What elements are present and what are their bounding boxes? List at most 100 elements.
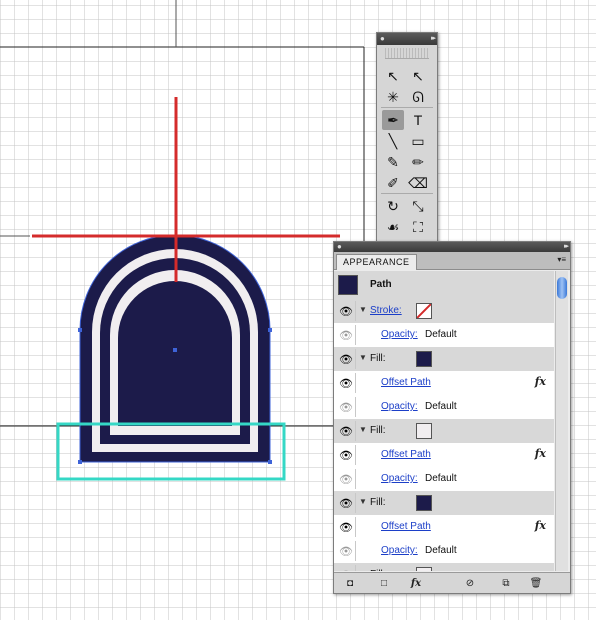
- opacity-label[interactable]: Opacity:: [381, 545, 418, 556]
- opacity-value: Default: [425, 545, 457, 556]
- close-icon[interactable]: ●: [380, 35, 385, 43]
- eye-icon[interactable]: 👁: [337, 325, 356, 345]
- offset-path-label[interactable]: Offset Path: [381, 449, 431, 460]
- collapse-icon[interactable]: ▸▸: [431, 34, 436, 42]
- fill-opacity-row[interactable]: 👁 Opacity: Default: [334, 539, 554, 563]
- rotate-tool-icon[interactable]: ↻: [382, 196, 404, 216]
- fill-swatch-cream[interactable]: [416, 567, 432, 571]
- eye-icon[interactable]: 👁: [337, 469, 356, 489]
- eye-icon[interactable]: 👁: [337, 421, 356, 441]
- add-new-fill-icon[interactable]: □: [376, 576, 392, 590]
- fill-swatch-navy[interactable]: [416, 495, 432, 511]
- fill-swatch-cream[interactable]: [416, 423, 432, 439]
- eye-icon[interactable]: 👁: [337, 541, 356, 561]
- fx-icon[interactable]: fx: [535, 375, 546, 388]
- disclosure-triangle-icon[interactable]: ▼: [359, 305, 367, 314]
- close-icon[interactable]: ●: [337, 243, 342, 251]
- disclosure-triangle-icon[interactable]: ▼: [359, 353, 367, 362]
- fill-label: Fill:: [370, 569, 386, 571]
- panel-grip[interactable]: [385, 48, 429, 59]
- opacity-value: Default: [425, 473, 457, 484]
- opacity-value: Default: [425, 329, 457, 340]
- eye-icon[interactable]: 👁: [337, 517, 356, 537]
- path-thumbnail: [338, 275, 358, 295]
- opacity-label[interactable]: Opacity:: [381, 401, 418, 412]
- offset-path-label[interactable]: Offset Path: [381, 377, 431, 388]
- eye-icon[interactable]: 👁: [337, 301, 356, 321]
- stroke-row[interactable]: 👁 ▼ Stroke:: [334, 299, 554, 323]
- eye-icon[interactable]: 👁: [337, 565, 356, 571]
- tool-separator: [381, 107, 433, 108]
- delete-item-icon[interactable]: 🗑: [528, 576, 544, 590]
- selection-tool-icon[interactable]: ↖: [382, 66, 404, 86]
- fill-row-partial[interactable]: 👁 ▼ Fill:: [334, 563, 554, 571]
- free-transform-tool-icon[interactable]: ⛶: [407, 217, 429, 237]
- direct-selection-tool-icon[interactable]: ↖: [407, 66, 429, 86]
- fill-opacity-row[interactable]: 👁 Opacity: Default: [334, 467, 554, 491]
- appearance-list: Path 👁 ▼ Stroke: 👁 Opacity: Default 👁 ▼ …: [334, 271, 554, 571]
- rectangle-tool-icon[interactable]: ▭: [407, 131, 429, 151]
- eraser-tool-icon[interactable]: ⌫: [407, 173, 429, 193]
- anchor-point: [78, 328, 82, 332]
- pen-tool-icon[interactable]: ✒: [382, 110, 404, 130]
- disclosure-triangle-icon[interactable]: ▼: [359, 425, 367, 434]
- offset-path-label[interactable]: Offset Path: [381, 521, 431, 532]
- lasso-tool-icon[interactable]: ᘏ: [407, 87, 429, 107]
- scale-tool-icon[interactable]: ⤡: [407, 196, 429, 216]
- eye-icon[interactable]: 👁: [337, 397, 356, 417]
- tab-appearance[interactable]: APPEARANCE: [336, 254, 417, 270]
- fill-row[interactable]: 👁 ▼ Fill:: [334, 419, 554, 443]
- path-row[interactable]: Path: [334, 271, 554, 299]
- appearance-panel[interactable]: ● ▸▸ APPEARANCE ▾≡ Path 👁 ▼ Stroke: 👁 Op…: [333, 241, 571, 594]
- disclosure-triangle-icon[interactable]: ▼: [359, 497, 367, 506]
- scrollbar-thumb[interactable]: [557, 277, 567, 299]
- stroke-label[interactable]: Stroke:: [370, 305, 402, 316]
- anchor-point: [78, 460, 82, 464]
- stroke-none-swatch[interactable]: [416, 303, 432, 319]
- add-new-effect-icon[interactable]: fx: [408, 576, 424, 590]
- warp-tool-icon[interactable]: ☙: [382, 217, 404, 237]
- opacity-value: Default: [425, 401, 457, 412]
- appearance-panel-titlebar[interactable]: ● ▸▸: [334, 242, 570, 252]
- eye-icon[interactable]: 👁: [337, 445, 356, 465]
- opacity-label[interactable]: Opacity:: [381, 473, 418, 484]
- anchor-point: [268, 328, 272, 332]
- tool-separator: [381, 193, 433, 194]
- fx-icon[interactable]: fx: [535, 447, 546, 460]
- path-label: Path: [370, 279, 392, 290]
- tools-panel-titlebar[interactable]: ● ▸▸: [377, 33, 437, 45]
- fill-row[interactable]: 👁 ▼ Fill:: [334, 491, 554, 515]
- vertical-scrollbar[interactable]: [555, 271, 568, 571]
- offset-path-row[interactable]: 👁 Offset Path fx: [334, 371, 554, 395]
- offset-path-row[interactable]: 👁 Offset Path fx: [334, 443, 554, 467]
- eye-icon[interactable]: 👁: [337, 373, 356, 393]
- fill-row[interactable]: 👁 ▼ Fill:: [334, 347, 554, 371]
- offset-path-row[interactable]: 👁 Offset Path fx: [334, 515, 554, 539]
- stroke-opacity-row[interactable]: 👁 Opacity: Default: [334, 323, 554, 347]
- center-point: [173, 348, 177, 352]
- duplicate-item-icon[interactable]: ⧉: [498, 576, 514, 590]
- fill-label: Fill:: [370, 425, 386, 436]
- anchor-point: [268, 460, 272, 464]
- add-new-stroke-icon[interactable]: ◘: [342, 576, 358, 590]
- type-tool-icon[interactable]: T: [407, 110, 429, 130]
- fill-swatch-navy[interactable]: [416, 351, 432, 367]
- panel-menu-icon[interactable]: ▾≡: [557, 255, 566, 264]
- fill-opacity-row[interactable]: 👁 Opacity: Default: [334, 395, 554, 419]
- tools-panel[interactable]: ● ▸▸ ↖ ↖ ✳ ᘏ ✒ T ╲ ▭ ✎ ✏ ✐ ⌫ ↻ ⤡ ☙ ⛶: [376, 32, 438, 246]
- eye-icon[interactable]: 👁: [337, 349, 356, 369]
- fill-label: Fill:: [370, 497, 386, 508]
- magic-wand-tool-icon[interactable]: ✳: [382, 87, 404, 107]
- pencil-tool-icon[interactable]: ✏: [407, 152, 429, 172]
- eye-icon[interactable]: 👁: [337, 493, 356, 513]
- paintbrush-tool-icon[interactable]: ✎: [382, 152, 404, 172]
- line-tool-icon[interactable]: ╲: [382, 131, 404, 151]
- disclosure-triangle-icon[interactable]: ▼: [359, 569, 367, 571]
- opacity-label[interactable]: Opacity:: [381, 329, 418, 340]
- fx-icon[interactable]: fx: [535, 519, 546, 532]
- clear-appearance-icon[interactable]: ⊘: [462, 576, 478, 590]
- blob-brush-tool-icon[interactable]: ✐: [382, 173, 404, 193]
- panel-bottom-toolbar: ◘ □ fx ⊘ ⧉ 🗑: [334, 572, 570, 593]
- collapse-icon[interactable]: ▸▸: [564, 242, 569, 250]
- fill-label: Fill:: [370, 353, 386, 364]
